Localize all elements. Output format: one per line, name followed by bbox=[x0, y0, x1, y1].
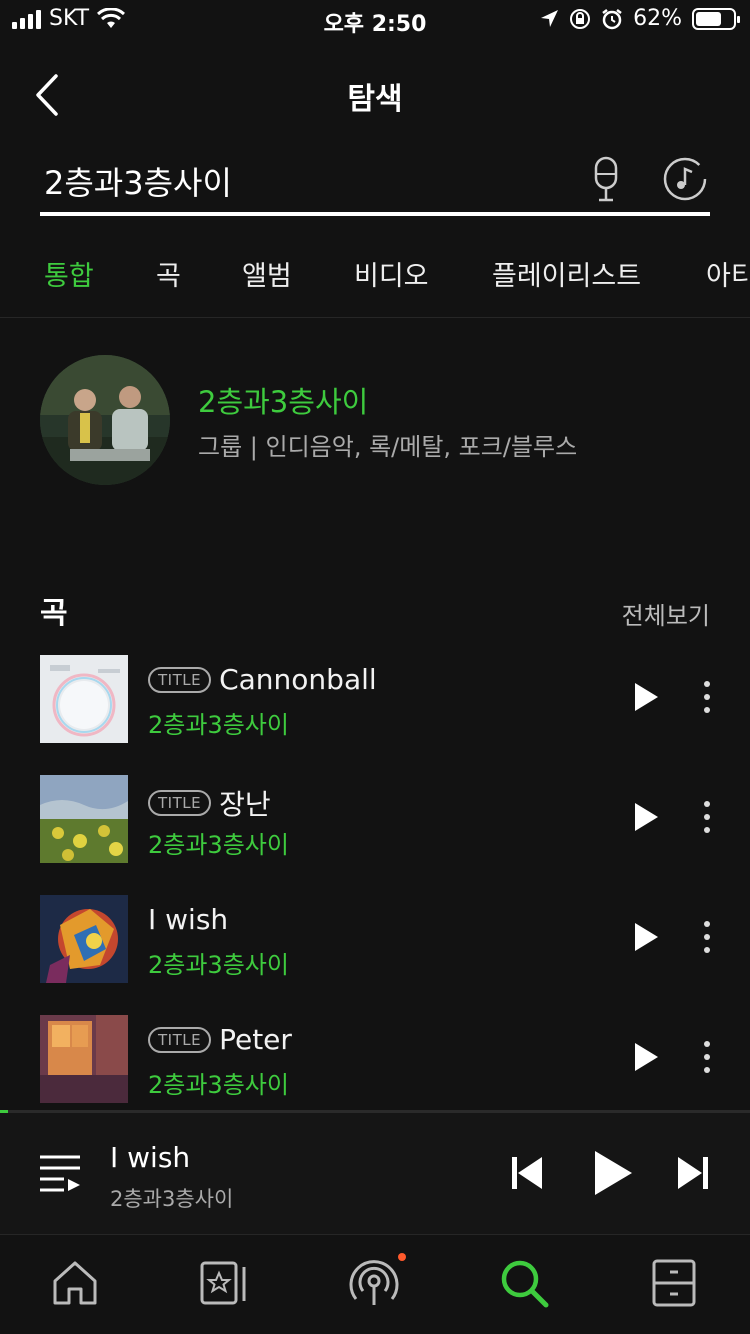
song-title[interactable]: Cannonball bbox=[219, 663, 377, 696]
podcast-icon[interactable] bbox=[348, 1257, 400, 1309]
playlist-icon[interactable] bbox=[38, 1153, 82, 1193]
song-row[interactable]: I wish 2층과3층사이 bbox=[40, 895, 720, 1015]
album-art[interactable] bbox=[40, 775, 128, 863]
artist-avatar[interactable] bbox=[40, 355, 170, 485]
status-right: 62% bbox=[539, 6, 740, 31]
status-bar: SKT 오후 2:50 62% bbox=[0, 0, 750, 40]
location-icon bbox=[541, 9, 559, 27]
page-title: 탐색 bbox=[347, 82, 403, 117]
song-list: TITLE Cannonball 2층과3층사이 TITLE 장난 2층과3층사… bbox=[40, 655, 720, 1135]
more-options-icon[interactable] bbox=[700, 679, 714, 715]
song-title-line: TITLE Peter bbox=[148, 1023, 292, 1056]
artist-result[interactable]: 2층과3층사이 그룹 | 인디음악, 록/메탈, 포크/블루스 bbox=[40, 355, 720, 485]
play-icon[interactable] bbox=[632, 1041, 660, 1073]
previous-icon[interactable] bbox=[510, 1155, 544, 1191]
tab-videos[interactable]: 비디오 bbox=[354, 254, 429, 293]
song-artist[interactable]: 2층과3층사이 bbox=[148, 945, 289, 980]
song-title-line: TITLE 장난 bbox=[148, 783, 271, 823]
battery-label: 62% bbox=[633, 6, 682, 31]
now-playing-artist[interactable]: 2층과3층사이 bbox=[110, 1183, 233, 1213]
title-badge: TITLE bbox=[148, 790, 212, 816]
alarm-icon bbox=[602, 8, 622, 29]
more-options-icon[interactable] bbox=[700, 799, 714, 835]
album-art[interactable] bbox=[40, 655, 128, 743]
play-icon[interactable] bbox=[632, 801, 660, 833]
song-title-line: I wish bbox=[148, 903, 228, 936]
next-icon[interactable] bbox=[676, 1155, 710, 1191]
artist-meta: 그룹 | 인디음악, 록/메탈, 포크/블루스 bbox=[198, 433, 578, 461]
tab-playlists[interactable]: 플레이리스트 bbox=[492, 254, 641, 293]
header: 탐색 bbox=[0, 60, 750, 130]
songs-section-title: 곡 bbox=[40, 596, 68, 631]
title-badge: TITLE bbox=[148, 666, 212, 693]
artist-name[interactable]: 2층과3층사이 bbox=[198, 379, 368, 421]
tab-integrated[interactable]: 통합 bbox=[44, 254, 94, 293]
home-icon[interactable] bbox=[49, 1257, 101, 1309]
tab-songs[interactable]: 곡 bbox=[156, 254, 181, 293]
title-badge: TITLE bbox=[148, 1026, 212, 1053]
bottom-navigation bbox=[0, 1234, 750, 1334]
music-recognition-icon[interactable] bbox=[662, 156, 708, 202]
microphone-icon[interactable] bbox=[588, 156, 624, 204]
rotation-lock-icon bbox=[570, 8, 591, 29]
song-artist[interactable]: 2층과3층사이 bbox=[148, 1065, 289, 1100]
search-input[interactable]: 2층과3층사이 bbox=[40, 140, 710, 216]
now-playing-title[interactable]: I wish bbox=[110, 1141, 190, 1174]
search-query[interactable]: 2층과3층사이 bbox=[44, 158, 232, 204]
search-icon[interactable] bbox=[498, 1257, 550, 1309]
tab-artists[interactable]: 아티 bbox=[706, 254, 750, 293]
song-artist[interactable]: 2층과3층사이 bbox=[148, 825, 289, 860]
song-row[interactable]: TITLE 장난 2층과3층사이 bbox=[40, 775, 720, 895]
more-options-icon[interactable] bbox=[700, 919, 714, 955]
song-row[interactable]: TITLE Cannonball 2층과3층사이 bbox=[40, 655, 720, 775]
play-icon[interactable] bbox=[592, 1149, 634, 1197]
song-artist[interactable]: 2층과3층사이 bbox=[148, 705, 289, 740]
notification-dot bbox=[398, 1253, 406, 1261]
playback-progress bbox=[0, 1110, 8, 1113]
song-title[interactable]: Peter bbox=[219, 1023, 292, 1056]
storage-icon[interactable] bbox=[648, 1257, 700, 1309]
category-tabs: 통합 곡 앨범 비디오 플레이리스트 아티 bbox=[0, 248, 750, 318]
more-options-icon[interactable] bbox=[700, 1039, 714, 1075]
battery-icon bbox=[692, 7, 740, 30]
album-art[interactable] bbox=[40, 1015, 128, 1103]
song-title[interactable]: 장난 bbox=[219, 783, 271, 823]
see-all-link[interactable]: 전체보기 bbox=[622, 596, 710, 631]
album-art[interactable] bbox=[40, 895, 128, 983]
mini-player[interactable]: I wish 2층과3층사이 bbox=[0, 1110, 750, 1234]
song-title-line: TITLE Cannonball bbox=[148, 663, 377, 696]
song-title[interactable]: I wish bbox=[148, 903, 228, 936]
play-icon[interactable] bbox=[632, 681, 660, 713]
play-icon[interactable] bbox=[632, 921, 660, 953]
library-icon[interactable] bbox=[198, 1257, 250, 1309]
tab-albums[interactable]: 앨범 bbox=[242, 254, 292, 293]
